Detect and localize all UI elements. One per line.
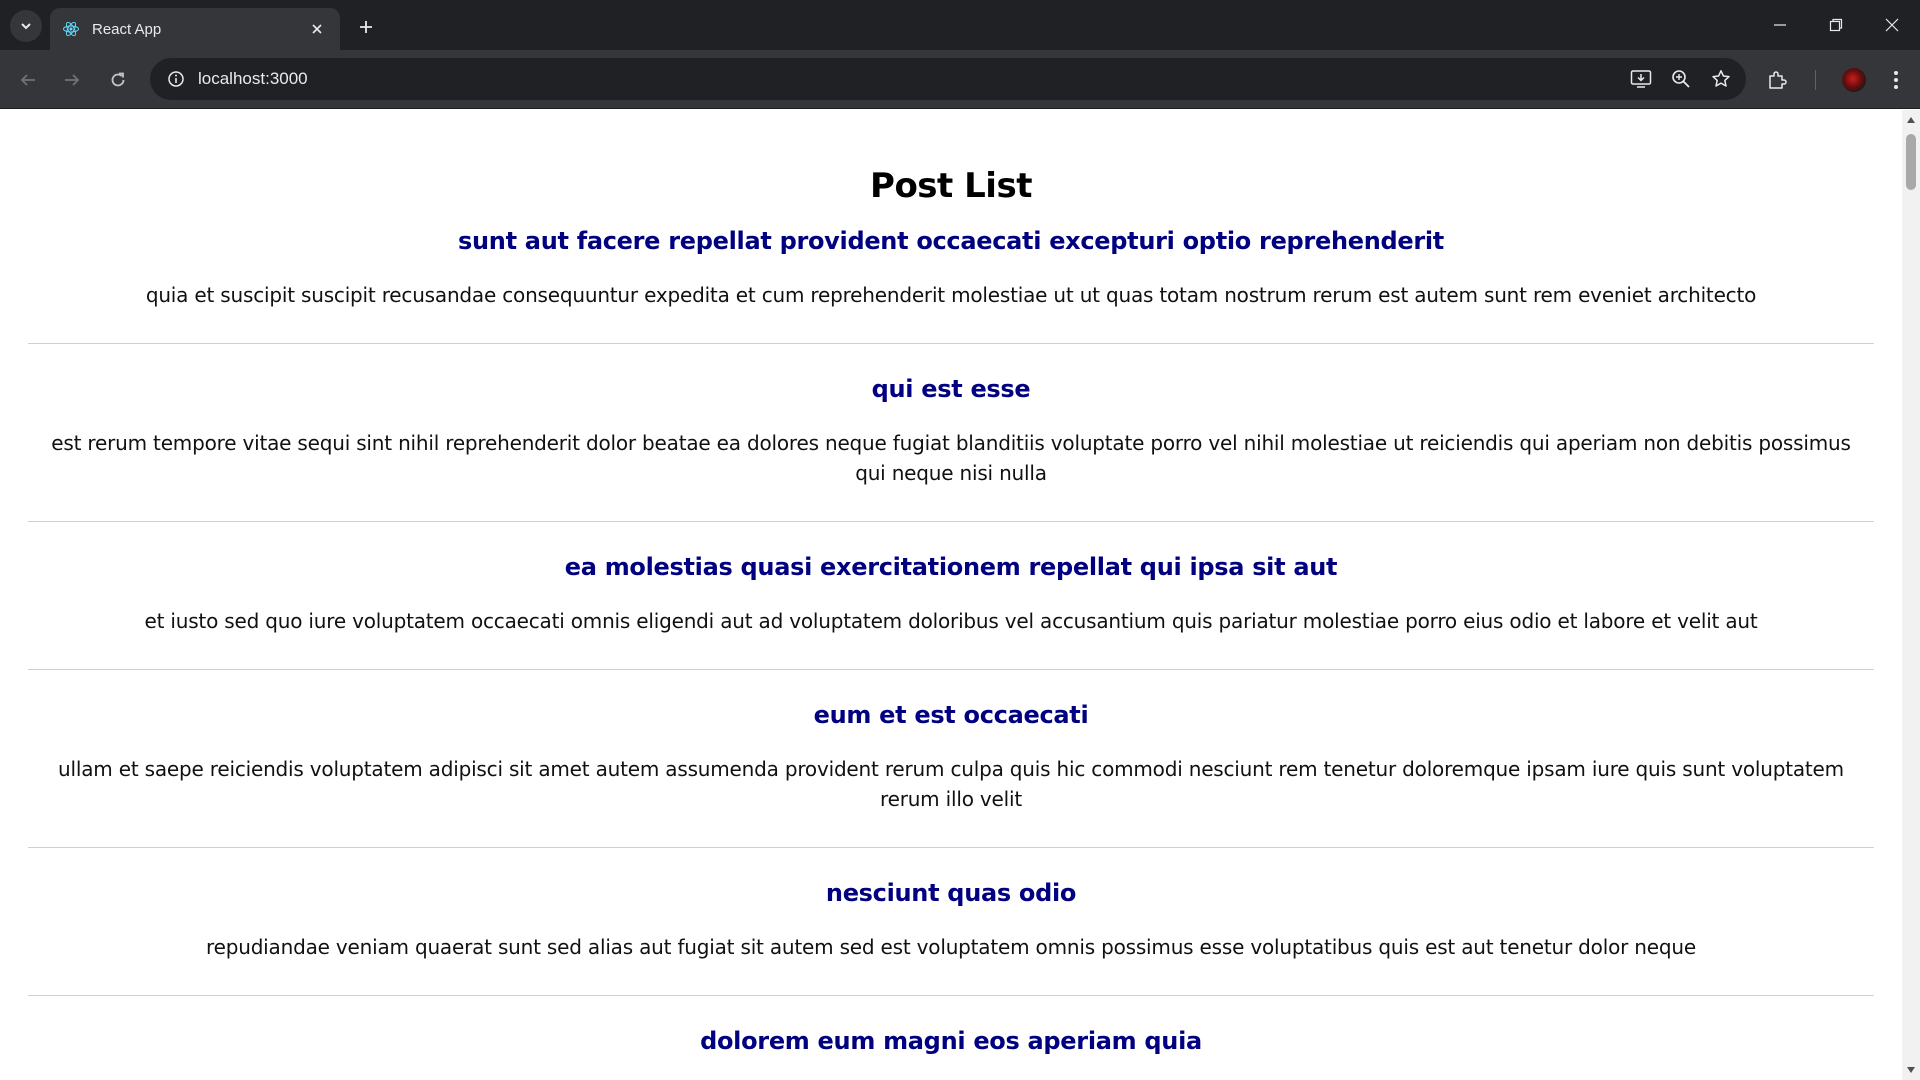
address-bar[interactable]: localhost:3000 <box>150 58 1746 100</box>
post-item: qui est esse est rerum tempore vitae seq… <box>28 344 1874 522</box>
tab-bar: React App <box>0 0 1920 50</box>
post-item: eum et est occaecati ullam et saepe reic… <box>28 670 1874 848</box>
star-icon <box>1712 70 1730 87</box>
arrow-right-icon <box>65 74 80 86</box>
post-body: et iusto sed quo iure voluptatem occaeca… <box>144 609 1758 633</box>
close-icon <box>312 24 322 34</box>
toolbar-right <box>1761 64 1920 96</box>
browser-toolbar: localhost:3000 <box>0 50 1920 109</box>
react-icon <box>62 20 80 38</box>
post-item: dolorem eum magni eos aperiam quia <box>28 996 1874 1057</box>
restore-icon <box>1829 18 1843 32</box>
zoom-button[interactable] <box>1668 66 1694 92</box>
page-viewport: Post List sunt aut facere repellat provi… <box>0 110 1902 1080</box>
toolbar-divider <box>1815 70 1816 90</box>
arrow-left-icon <box>20 74 35 86</box>
scroll-up-button[interactable] <box>1902 112 1920 128</box>
post-body: est rerum tempore vitae sequi sint nihil… <box>51 431 1851 485</box>
post-title: eum et est occaecati <box>813 701 1089 729</box>
restore-button[interactable] <box>1808 0 1864 50</box>
browser-menu-button[interactable] <box>1880 64 1912 96</box>
tab-title: React App <box>92 20 162 38</box>
post-body: quia et suscipit suscipit recusandae con… <box>145 283 1757 307</box>
post-body: ullam et saepe reiciendis voluptatem adi… <box>58 757 1844 811</box>
avatar <box>1842 68 1866 92</box>
page-scrollbar[interactable] <box>1902 110 1920 1080</box>
window-controls <box>1752 0 1920 50</box>
triangle-down-icon <box>1907 1067 1915 1073</box>
install-app-button[interactable] <box>1628 66 1654 92</box>
minimize-button[interactable] <box>1752 0 1808 50</box>
page-title: Post List <box>870 166 1032 206</box>
post-item: ea molestias quasi exercitationem repell… <box>28 522 1874 670</box>
tab-search-button[interactable] <box>10 10 42 42</box>
post-title: nesciunt quas odio <box>825 879 1077 907</box>
scrollbar-thumb[interactable] <box>1906 134 1916 190</box>
extensions-button[interactable] <box>1761 64 1793 96</box>
close-icon <box>1885 18 1899 32</box>
reload-icon <box>111 72 125 87</box>
browser-tab[interactable]: React App <box>50 8 340 50</box>
post-title: ea molestias quasi exercitationem repell… <box>564 553 1338 581</box>
bookmark-button[interactable] <box>1708 66 1734 92</box>
info-icon <box>168 71 184 87</box>
post-item: nesciunt quas odio repudiandae veniam qu… <box>28 848 1874 996</box>
puzzle-icon <box>1769 71 1787 89</box>
post-list: sunt aut facere repellat provident occae… <box>28 206 1874 1057</box>
post-title: dolorem eum magni eos aperiam quia <box>700 1027 1202 1055</box>
plus-icon <box>360 21 372 33</box>
site-info-button[interactable] <box>154 58 198 100</box>
reload-button[interactable] <box>102 64 134 96</box>
post-item: sunt aut facere repellat provident occae… <box>28 206 1874 344</box>
zoom-icon <box>1672 70 1690 88</box>
close-window-button[interactable] <box>1864 0 1920 50</box>
post-title: sunt aut facere repellat provident occae… <box>458 227 1444 255</box>
profile-button[interactable] <box>1838 64 1870 96</box>
triangle-up-icon <box>1907 117 1915 123</box>
post-title: qui est esse <box>871 375 1031 403</box>
minimize-icon <box>1774 24 1786 26</box>
post-body: repudiandae veniam quaerat sunt sed alia… <box>206 935 1696 959</box>
address-bar-actions <box>1628 58 1734 100</box>
back-button[interactable] <box>12 64 44 96</box>
scroll-down-button[interactable] <box>1902 1062 1920 1078</box>
forward-button[interactable] <box>56 64 88 96</box>
close-tab-button[interactable] <box>306 18 328 40</box>
chevron-down-icon <box>21 23 31 30</box>
kebab-menu-icon <box>1894 71 1898 89</box>
install-app-icon <box>1630 70 1652 88</box>
url-text[interactable]: localhost:3000 <box>198 69 308 89</box>
new-tab-button[interactable] <box>352 13 380 41</box>
